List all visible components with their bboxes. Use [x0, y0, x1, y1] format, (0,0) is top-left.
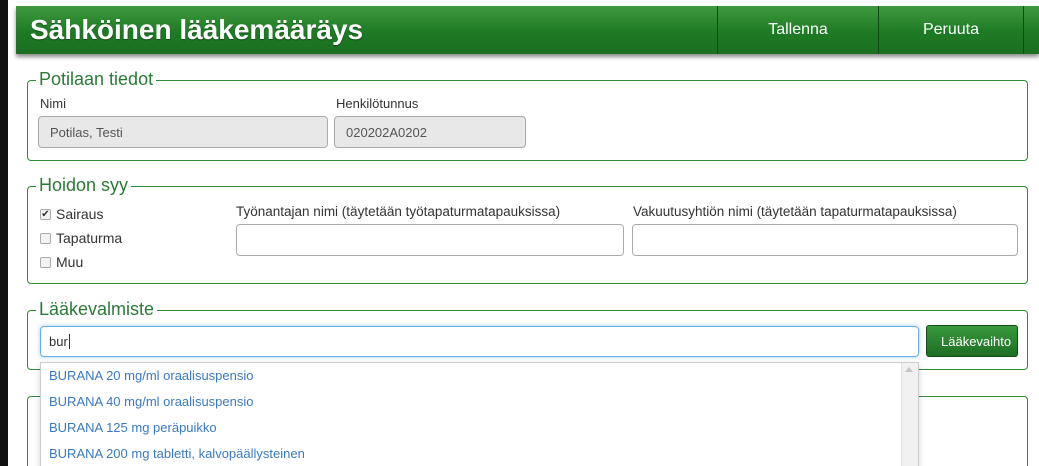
suggestion-item[interactable]: BURANA 40 mg/ml oraalisuspensio	[41, 389, 918, 415]
employer-label: Työnantajan nimi (täytetään työtapaturma…	[236, 204, 561, 219]
text-caret	[68, 334, 70, 349]
patient-info-legend: Potilaan tiedot	[36, 69, 157, 89]
patient-ssn-field: 020202A0202	[334, 116, 526, 148]
save-button[interactable]: Tallenna	[717, 6, 878, 54]
scroll-up-arrow-icon[interactable]	[905, 367, 913, 372]
header-end-segment	[1023, 6, 1039, 54]
patient-name-field: Potilas, Testi	[38, 116, 328, 148]
ssn-label: Henkilötunnus	[336, 96, 419, 111]
insurer-label: Vakuutusyhtiön nimi (täytetään tapaturma…	[633, 204, 957, 219]
reason-option-label: Sairaus	[56, 206, 104, 222]
drug-search-input[interactable]: bur	[40, 326, 919, 357]
header-bar: Sähköinen lääkemääräys Tallenna Peruuta	[16, 6, 1039, 54]
left-window-edge	[0, 0, 8, 466]
cancel-button[interactable]: Peruuta	[878, 6, 1023, 54]
reason-option-muu[interactable]: Muu	[40, 254, 83, 270]
employer-input[interactable]	[236, 224, 624, 256]
drug-suggestions-dropdown: BURANA 20 mg/ml oraalisuspensio BURANA 4…	[40, 362, 919, 466]
checkbox-icon[interactable]	[40, 256, 51, 268]
reason-option-label: Muu	[56, 254, 84, 270]
drug-search-value: bur	[49, 334, 68, 349]
suggestion-item[interactable]: BURANA 20 mg/ml oraalisuspensio	[41, 363, 918, 389]
checkbox-icon[interactable]	[40, 232, 51, 244]
drug-switch-button[interactable]: Lääkevaihto	[926, 325, 1018, 357]
treatment-reason-legend: Hoidon syy	[36, 175, 132, 195]
suggestion-item[interactable]: BURANA 200 mg tabletti, kalvopäällystein…	[41, 441, 918, 466]
checkbox-checked-icon[interactable]: ✔	[40, 208, 51, 220]
name-label: Nimi	[40, 96, 66, 111]
drug-legend: Lääkevalmiste	[36, 299, 158, 319]
reason-option-tapaturma[interactable]: Tapaturma	[40, 230, 122, 246]
page-title: Sähköinen lääkemääräys	[30, 14, 364, 45]
insurer-input[interactable]	[632, 224, 1018, 256]
reason-option-sairaus[interactable]: ✔ Sairaus	[40, 206, 103, 222]
dropdown-scrollbar[interactable]	[901, 363, 918, 466]
reason-option-label: Tapaturma	[56, 230, 123, 246]
suggestion-item[interactable]: BURANA 125 mg peräpuikko	[41, 415, 918, 441]
